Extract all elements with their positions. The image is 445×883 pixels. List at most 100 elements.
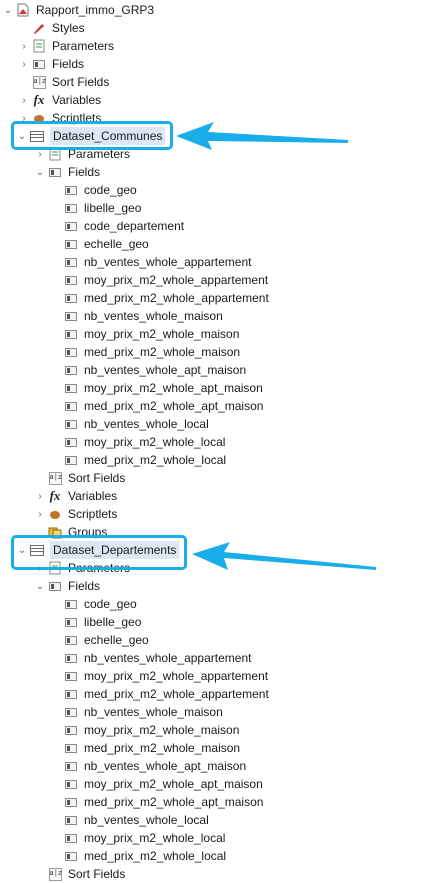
fields-label: Fields [52,57,85,71]
field-icon [64,435,78,449]
field-label: moy_prix_m2_whole_maison [84,327,240,341]
variables-label: Variables [52,93,102,107]
field-item[interactable]: med_prix_m2_whole_appartement [64,289,269,307]
field-item[interactable]: med_prix_m2_whole_local [64,451,226,469]
tree-node-styles[interactable]: Styles [18,19,85,37]
highlight-box [11,535,187,570]
field-icon [64,777,78,791]
field-item[interactable]: libelle_geo [64,199,141,217]
field-icon [64,255,78,269]
chevron-right-icon[interactable]: › [34,487,46,505]
report-label: Rapport_immo_GRP3 [36,3,155,17]
field-icon [64,219,78,233]
field-item[interactable]: med_prix_m2_whole_appartement [64,685,269,703]
field-icon [48,165,62,179]
chevron-right-icon[interactable]: › [34,505,46,523]
field-label: code_departement [84,219,185,233]
field-icon [64,741,78,755]
field-icon [64,363,78,377]
tree-node-report[interactable]: ⌄ Rapport_immo_GRP3 [2,1,154,19]
field-label: nb_ventes_whole_apt_maison [84,363,247,377]
field-item[interactable]: nb_ventes_whole_local [64,415,209,433]
field-label: moy_prix_m2_whole_appartement [84,669,269,683]
field-item[interactable]: echelle_geo [64,631,149,649]
field-icon [64,309,78,323]
field-item[interactable]: nb_ventes_whole_appartement [64,253,251,271]
function-icon: fx [33,92,45,107]
field-label: nb_ventes_whole_apt_maison [84,759,247,773]
field-item[interactable]: nb_ventes_whole_appartement [64,649,251,667]
sort-fields-label: Sort Fields [68,471,126,485]
tree-node-parameters[interactable]: › Parameters [18,37,114,55]
field-label: code_geo [84,183,137,197]
field-item[interactable]: nb_ventes_whole_local [64,811,209,829]
field-item[interactable]: moy_prix_m2_whole_local [64,829,225,847]
field-label: nb_ventes_whole_maison [84,309,223,323]
sort-icon: a|z [48,471,62,485]
fields-label: Fields [68,579,101,593]
field-item[interactable]: nb_ventes_whole_maison [64,307,223,325]
field-label: code_geo [84,597,137,611]
tree-node-ds1-fields[interactable]: ⌄ Fields [34,163,100,181]
field-item[interactable]: moy_prix_m2_whole_apt_maison [64,775,263,793]
field-item[interactable]: echelle_geo [64,235,149,253]
field-label: med_prix_m2_whole_maison [84,345,241,359]
tree-node-ds2-sort-fields[interactable]: a|z Sort Fields [34,865,125,883]
field-label: nb_ventes_whole_maison [84,705,223,719]
field-label: med_prix_m2_whole_appartement [84,291,269,305]
field-item[interactable]: code_geo [64,595,137,613]
field-label: med_prix_m2_whole_maison [84,741,241,755]
field-icon [64,453,78,467]
field-item[interactable]: code_geo [64,181,137,199]
field-label: echelle_geo [84,633,149,647]
field-item[interactable]: moy_prix_m2_whole_local [64,433,225,451]
field-item[interactable]: moy_prix_m2_whole_appartement [64,667,268,685]
field-label: moy_prix_m2_whole_local [84,435,226,449]
field-item[interactable]: libelle_geo [64,613,141,631]
chevron-right-icon[interactable]: › [18,37,30,55]
scriptlets-label: Scriptlets [68,507,118,521]
field-item[interactable]: moy_prix_m2_whole_maison [64,325,239,343]
field-item[interactable]: med_prix_m2_whole_maison [64,343,240,361]
field-icon [64,615,78,629]
tree-node-ds1-variables[interactable]: › fx Variables [34,487,117,505]
field-item[interactable]: nb_ventes_whole_maison [64,703,223,721]
tree-node-fields[interactable]: › Fields [18,55,84,73]
field-icon [64,273,78,287]
field-item[interactable]: code_departement [64,217,184,235]
tree-node-ds1-sort-fields[interactable]: a|z Sort Fields [34,469,125,487]
field-icon [64,597,78,611]
field-icon [64,669,78,683]
field-item[interactable]: nb_ventes_whole_apt_maison [64,757,246,775]
scriptlet-icon [48,507,62,521]
field-item[interactable]: moy_prix_m2_whole_appartement [64,271,268,289]
annotation-arrow [176,122,348,150]
field-label: libelle_geo [84,615,142,629]
field-item[interactable]: med_prix_m2_whole_apt_maison [64,793,263,811]
field-icon [64,417,78,431]
field-item[interactable]: med_prix_m2_whole_apt_maison [64,397,263,415]
field-label: nb_ventes_whole_appartement [84,651,252,665]
chevron-right-icon[interactable]: › [18,91,30,109]
field-item[interactable]: moy_prix_m2_whole_apt_maison [64,379,263,397]
field-icon [64,705,78,719]
field-icon [64,201,78,215]
tree-node-ds2-fields[interactable]: ⌄ Fields [34,577,100,595]
field-icon [64,291,78,305]
field-icon [64,723,78,737]
chevron-right-icon[interactable]: › [18,55,30,73]
chevron-down-icon[interactable]: ⌄ [34,163,46,181]
field-item[interactable]: med_prix_m2_whole_local [64,847,226,865]
tree-node-ds1-scriptlets[interactable]: › Scriptlets [34,505,117,523]
chevron-down-icon[interactable]: ⌄ [34,577,46,595]
field-item[interactable]: nb_ventes_whole_apt_maison [64,361,246,379]
field-label: moy_prix_m2_whole_appartement [84,273,269,287]
field-label: moy_prix_m2_whole_apt_maison [84,381,263,395]
sort-fields-label: Sort Fields [52,75,110,89]
field-label: med_prix_m2_whole_local [84,453,227,467]
field-item[interactable]: med_prix_m2_whole_maison [64,739,240,757]
chevron-down-icon[interactable]: ⌄ [2,1,14,19]
field-item[interactable]: moy_prix_m2_whole_maison [64,721,239,739]
tree-node-variables[interactable]: › fx Variables [18,91,101,109]
tree-node-sort-fields[interactable]: a|z Sort Fields [18,73,109,91]
